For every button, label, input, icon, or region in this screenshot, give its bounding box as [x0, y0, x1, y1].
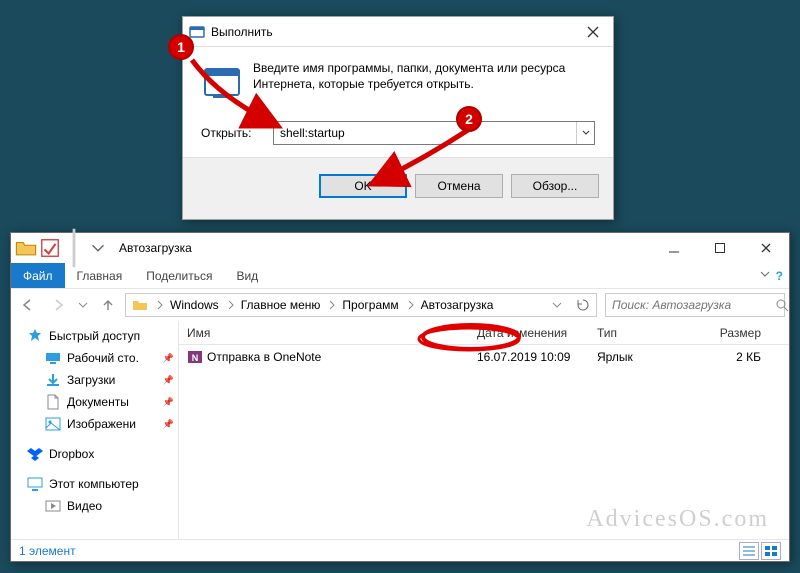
- file-row[interactable]: N Отправка в OneNote 16.07.2019 10:09 Яр…: [179, 345, 789, 369]
- sidebar-item-label: Видео: [67, 499, 102, 513]
- explorer-title: Автозагрузка: [113, 241, 651, 255]
- file-name: Отправка в OneNote: [207, 350, 321, 364]
- desktop-icon: [45, 350, 61, 366]
- folder-icon: [15, 237, 37, 259]
- col-header-name[interactable]: Имя: [179, 326, 469, 340]
- svg-text:N: N: [192, 353, 199, 363]
- browse-button[interactable]: Обзор...: [511, 174, 599, 198]
- sidebar-item-label: Быстрый доступ: [49, 329, 140, 343]
- dropbox-icon: [27, 446, 43, 462]
- sidebar-item-downloads[interactable]: Загрузки 📌: [11, 369, 178, 391]
- nav-row: Windows Главное меню Программ Автозагруз…: [11, 289, 789, 321]
- status-text: 1 элемент: [19, 544, 76, 558]
- sidebar-item-label: Рабочий сто.: [67, 351, 139, 365]
- sidebar-item-label: Изображени: [67, 417, 136, 431]
- run-icon: [189, 24, 205, 40]
- system-buttons: [651, 233, 789, 263]
- search-box[interactable]: [605, 293, 785, 317]
- sidebar-item-label: Документы: [67, 395, 129, 409]
- pin-icon: 📌: [163, 375, 174, 386]
- content-area: Имя Дата изменения Тип Размер N Отправка…: [179, 321, 789, 539]
- breadcrumb-seg-startup[interactable]: Автозагрузка: [415, 296, 502, 314]
- video-icon: [45, 498, 61, 514]
- annotation-marker-1: 1: [168, 34, 194, 60]
- breadcrumb[interactable]: Windows Главное меню Программ Автозагруз…: [125, 293, 597, 317]
- chevron-right-icon[interactable]: [407, 300, 415, 310]
- sidebar-item-videos[interactable]: Видео: [11, 495, 178, 517]
- onenote-icon: N: [187, 349, 203, 365]
- arrow-2-icon: [362, 120, 482, 200]
- sidebar-item-desktop[interactable]: Рабочий сто. 📌: [11, 347, 178, 369]
- picture-icon: [45, 416, 61, 432]
- minimize-button[interactable]: [651, 233, 697, 263]
- breadcrumb-seg-programs[interactable]: Программ: [336, 296, 406, 314]
- star-icon: [27, 328, 43, 344]
- computer-icon: [27, 476, 43, 492]
- annotation-marker-2: 2: [456, 106, 482, 132]
- thumbnail-view-icon[interactable]: [761, 542, 781, 560]
- tab-file[interactable]: Файл: [11, 263, 65, 288]
- close-button[interactable]: [743, 233, 789, 263]
- combo-arrow-icon[interactable]: [576, 122, 594, 144]
- up-button[interactable]: [95, 292, 121, 318]
- breadcrumb-pc-icon[interactable]: [126, 295, 156, 315]
- pin-icon: 📌: [163, 353, 174, 364]
- ribbon-tabs: Файл Главная Поделиться Вид ?: [11, 263, 789, 289]
- sidebar-item-label: Этот компьютер: [49, 477, 139, 491]
- file-type: Ярлык: [589, 350, 689, 364]
- chevron-right-icon[interactable]: [328, 300, 336, 310]
- ribbon-expand-icon[interactable]: [758, 267, 772, 284]
- refresh-icon[interactable]: [570, 298, 596, 312]
- column-headers: Имя Дата изменения Тип Размер: [179, 321, 789, 345]
- details-view-icon[interactable]: [739, 542, 759, 560]
- tab-home[interactable]: Главная: [65, 263, 135, 288]
- sidebar-item-label: Dropbox: [49, 447, 94, 461]
- sidebar-item-documents[interactable]: Документы 📌: [11, 391, 178, 413]
- sidebar-item-quick[interactable]: Быстрый доступ: [11, 325, 178, 347]
- explorer-window: Автозагрузка Файл Главная Поделиться Вид…: [10, 232, 790, 562]
- file-date: 16.07.2019 10:09: [469, 350, 589, 364]
- sidebar-item-pictures[interactable]: Изображени 📌: [11, 413, 178, 435]
- help-icon[interactable]: ?: [776, 269, 783, 283]
- col-header-size[interactable]: Размер: [689, 326, 769, 340]
- view-switcher: [739, 542, 781, 560]
- explorer-body: Быстрый доступ Рабочий сто. 📌 Загрузки 📌…: [11, 321, 789, 539]
- run-titlebar: Выполнить: [183, 17, 613, 47]
- chevron-right-icon[interactable]: [227, 300, 235, 310]
- properties-icon[interactable]: [39, 237, 61, 259]
- qat-down-icon[interactable]: [87, 237, 109, 259]
- breadcrumb-seg-menu[interactable]: Главное меню: [235, 296, 329, 314]
- explorer-titlebar: Автозагрузка: [11, 233, 789, 263]
- history-dropdown-icon[interactable]: [544, 300, 570, 310]
- run-description: Введите имя программы, папки, документа …: [253, 61, 595, 103]
- statusbar: 1 элемент: [11, 539, 789, 561]
- col-header-type[interactable]: Тип: [589, 326, 689, 340]
- sidebar-item-label: Загрузки: [67, 373, 115, 387]
- sidebar-item-thispc[interactable]: Этот компьютер: [11, 473, 178, 495]
- sidebar-item-dropbox[interactable]: Dropbox: [11, 443, 178, 465]
- maximize-button[interactable]: [697, 233, 743, 263]
- forward-button[interactable]: [45, 292, 71, 318]
- close-button[interactable]: [573, 17, 613, 47]
- download-icon: [45, 372, 61, 388]
- search-icon[interactable]: [775, 298, 789, 312]
- search-input[interactable]: [606, 296, 775, 314]
- ribbon-help: ?: [758, 263, 789, 288]
- pin-icon: 📌: [163, 397, 174, 408]
- tab-view[interactable]: Вид: [224, 263, 270, 288]
- qat-divider-icon: [63, 237, 85, 259]
- col-header-date[interactable]: Дата изменения: [469, 326, 589, 340]
- quick-access-toolbar: [11, 237, 113, 259]
- arrow-1-icon: [178, 46, 298, 136]
- chevron-right-icon[interactable]: [156, 300, 164, 310]
- recent-dropdown-icon[interactable]: [75, 292, 91, 318]
- pin-icon: 📌: [163, 419, 174, 430]
- sidebar: Быстрый доступ Рабочий сто. 📌 Загрузки 📌…: [11, 321, 179, 539]
- back-button[interactable]: [15, 292, 41, 318]
- run-title: Выполнить: [211, 25, 573, 39]
- tab-share[interactable]: Поделиться: [134, 263, 224, 288]
- document-icon: [45, 394, 61, 410]
- breadcrumb-seg-windows[interactable]: Windows: [164, 296, 227, 314]
- file-size: 2 КБ: [689, 350, 769, 364]
